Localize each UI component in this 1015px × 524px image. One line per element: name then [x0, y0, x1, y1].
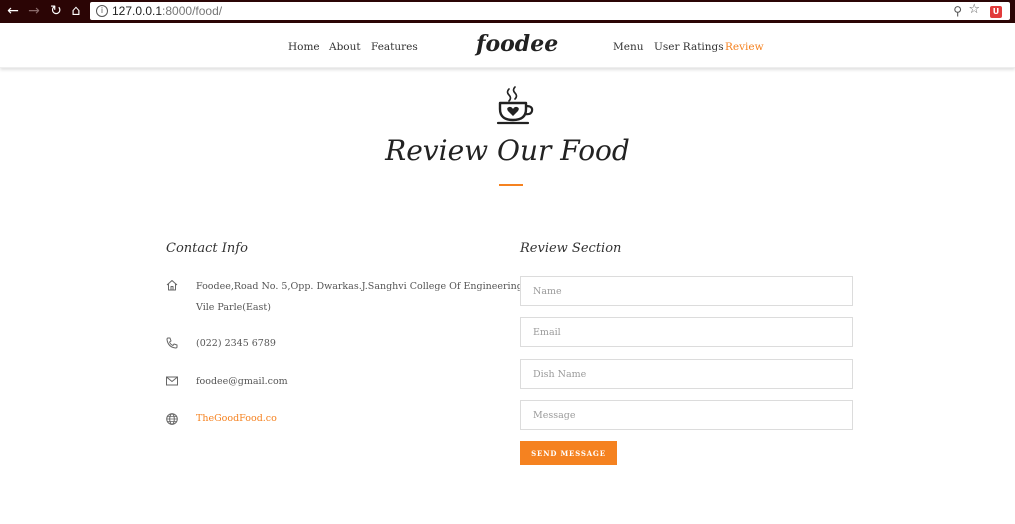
email-field[interactable]: [520, 317, 853, 347]
globe-icon: [166, 413, 178, 425]
extension-icon[interactable]: U: [990, 6, 1002, 18]
phone-icon: [166, 337, 178, 349]
browser-toolbar: ← → ↻ ⌂ i 127.0.0.1:8000/food/ ⚲ ☆ U: [0, 0, 1015, 23]
nav-user-ratings[interactable]: User Ratings: [654, 40, 724, 54]
nav-home[interactable]: Home: [288, 40, 320, 54]
coffee-cup-heart-icon: [496, 86, 534, 125]
star-icon[interactable]: ☆: [968, 2, 980, 18]
site-navbar: Home About Features foodee Menu User Rat…: [0, 23, 1015, 68]
message-field[interactable]: [520, 400, 853, 430]
title-divider: [499, 184, 523, 186]
forward-icon[interactable]: →: [26, 3, 42, 19]
nav-features[interactable]: Features: [371, 40, 418, 54]
contact-address-line1: Foodee,Road No. 5,Opp. Dwarkas.J.Sanghvi…: [196, 281, 526, 292]
contact-phone: (022) 2345 6789: [196, 338, 276, 349]
home-icon[interactable]: ⌂: [68, 3, 84, 19]
brand-logo[interactable]: foodee: [476, 30, 558, 58]
nav-about[interactable]: About: [329, 40, 361, 54]
dish-name-field[interactable]: [520, 359, 853, 389]
back-icon[interactable]: ←: [5, 3, 21, 19]
url-path: :8000/food/: [162, 4, 223, 18]
reload-icon[interactable]: ↻: [48, 3, 64, 19]
review-section-heading: Review Section: [520, 241, 622, 256]
send-message-button[interactable]: SEND MESSAGE: [520, 441, 617, 465]
page-title: Review Our Food: [385, 134, 630, 167]
url-text[interactable]: 127.0.0.1:8000/food/: [112, 3, 222, 19]
contact-address-line2: Vile Parle(East): [196, 302, 271, 313]
contact-email: foodee@gmail.com: [196, 376, 288, 387]
nav-review[interactable]: Review: [725, 40, 764, 54]
info-icon[interactable]: i: [96, 5, 108, 17]
nav-menu[interactable]: Menu: [613, 40, 644, 54]
name-field[interactable]: [520, 276, 853, 306]
url-host: 127.0.0.1: [112, 4, 163, 18]
zoom-icon[interactable]: ⚲: [953, 3, 962, 19]
address-bar[interactable]: i 127.0.0.1:8000/food/ ⚲ ☆ U: [90, 2, 1010, 20]
home-outline-icon: [166, 280, 178, 291]
contact-info-heading: Contact Info: [166, 241, 248, 256]
contact-website-link[interactable]: TheGoodFood.co: [196, 408, 277, 429]
mail-icon: [166, 376, 178, 386]
